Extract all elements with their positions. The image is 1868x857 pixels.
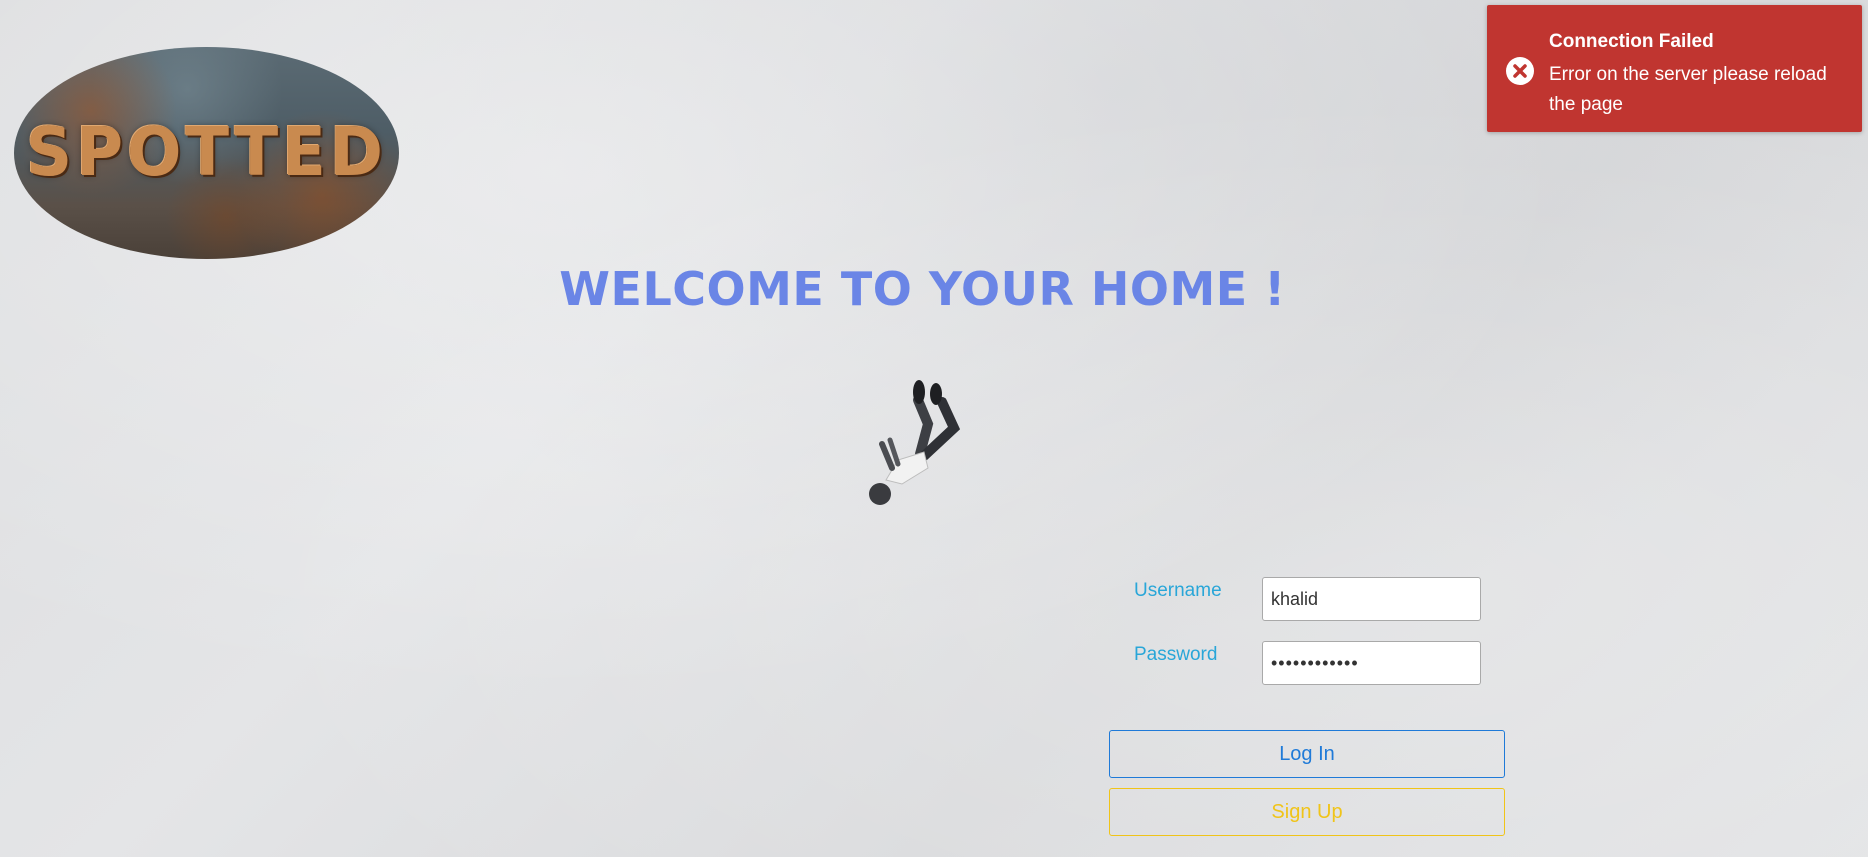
username-label: Username: [1134, 580, 1222, 601]
toast-title: Connection Failed: [1549, 31, 1714, 52]
username-input[interactable]: [1262, 577, 1481, 621]
logo-text: SPOTTED: [25, 114, 388, 192]
signup-button[interactable]: Sign Up: [1109, 788, 1505, 836]
connection-failed-toast[interactable]: Connection Failed Error on the server pl…: [1487, 5, 1862, 132]
falling-person-illustration: [869, 380, 961, 505]
login-button[interactable]: Log In: [1109, 730, 1505, 778]
password-label: Password: [1134, 644, 1218, 665]
error-circle-icon: [1506, 57, 1534, 85]
password-input[interactable]: [1262, 641, 1481, 685]
toast-message: Error on the server please reload the pa…: [1549, 64, 1827, 115]
spotted-logo: SPOTTED: [14, 47, 399, 259]
page-title: WELCOME TO YOUR HOME !: [559, 262, 1286, 316]
